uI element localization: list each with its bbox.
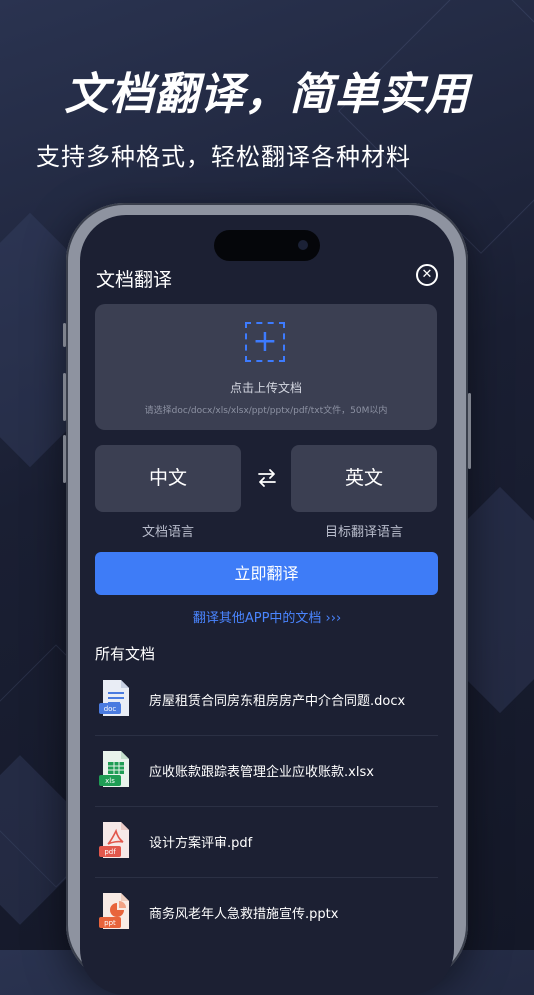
- phone-frame: 文档翻译 ✕ + 点击上传文档 请选择doc/docx/xls/xlsx/ppt…: [63, 203, 471, 995]
- hero-subtitle: 支持多种格式，轻松翻译各种材料: [36, 143, 411, 171]
- upload-area[interactable]: + 点击上传文档 请选择doc/docx/xls/xlsx/ppt/pptx/p…: [95, 304, 437, 430]
- document-name: 房屋租赁合同房东租房房产中介合同题.docx: [149, 694, 406, 709]
- document-name: 设计方案评审.pdf: [149, 836, 253, 851]
- svg-text:ppt: ppt: [104, 919, 116, 927]
- document-row[interactable]: pdf 设计方案评审.pdf: [95, 807, 438, 878]
- translate-other-app-link[interactable]: 翻译其他APP中的文档 ›››: [80, 607, 454, 626]
- swap-icon[interactable]: [255, 466, 279, 490]
- svg-text:pdf: pdf: [104, 848, 116, 856]
- ppt-file-icon: ppt: [99, 893, 129, 929]
- target-language-caption: 目标翻译语言: [324, 525, 403, 540]
- document-row[interactable]: xls 应收账款跟踪表管理企业应收账款.xlsx: [95, 736, 438, 807]
- phone-button: [63, 323, 66, 347]
- word-file-icon: doc: [99, 680, 129, 716]
- document-name: 商务风老年人急救措施宣传.pptx: [149, 907, 339, 922]
- camera-icon: [298, 240, 308, 250]
- document-name: 应收账款跟踪表管理企业应收账款.xlsx: [149, 765, 374, 780]
- app-screen: 文档翻译 ✕ + 点击上传文档 请选择doc/docx/xls/xlsx/ppt…: [80, 215, 454, 995]
- translate-now-button[interactable]: 立即翻译: [95, 552, 438, 595]
- screen-title: 文档翻译: [96, 269, 173, 291]
- dynamic-island: [214, 230, 320, 261]
- hero-title: 文档翻译，简单实用: [64, 69, 470, 120]
- svg-text:xls: xls: [105, 777, 115, 785]
- upload-label: 点击上传文档: [229, 381, 302, 395]
- source-language-button[interactable]: 中文: [95, 445, 241, 512]
- upload-hint: 请选择doc/docx/xls/xlsx/ppt/pptx/pdf/txt文件，…: [144, 406, 388, 416]
- all-documents-heading: 所有文档: [95, 645, 156, 663]
- svg-text:doc: doc: [104, 705, 117, 713]
- target-language-button[interactable]: 英文: [291, 445, 437, 512]
- phone-button: [63, 435, 66, 483]
- pdf-file-icon: pdf: [99, 822, 129, 858]
- document-row[interactable]: doc 房屋租赁合同房东租房房产中介合同题.docx: [95, 665, 438, 736]
- close-icon[interactable]: ✕: [416, 264, 438, 286]
- phone-button: [63, 373, 66, 421]
- excel-file-icon: xls: [99, 751, 129, 787]
- document-row[interactable]: ppt 商务风老年人急救措施宣传.pptx: [95, 878, 438, 948]
- phone-button: [468, 393, 471, 469]
- source-language-caption: 文档语言: [141, 525, 194, 540]
- add-icon[interactable]: +: [245, 322, 285, 362]
